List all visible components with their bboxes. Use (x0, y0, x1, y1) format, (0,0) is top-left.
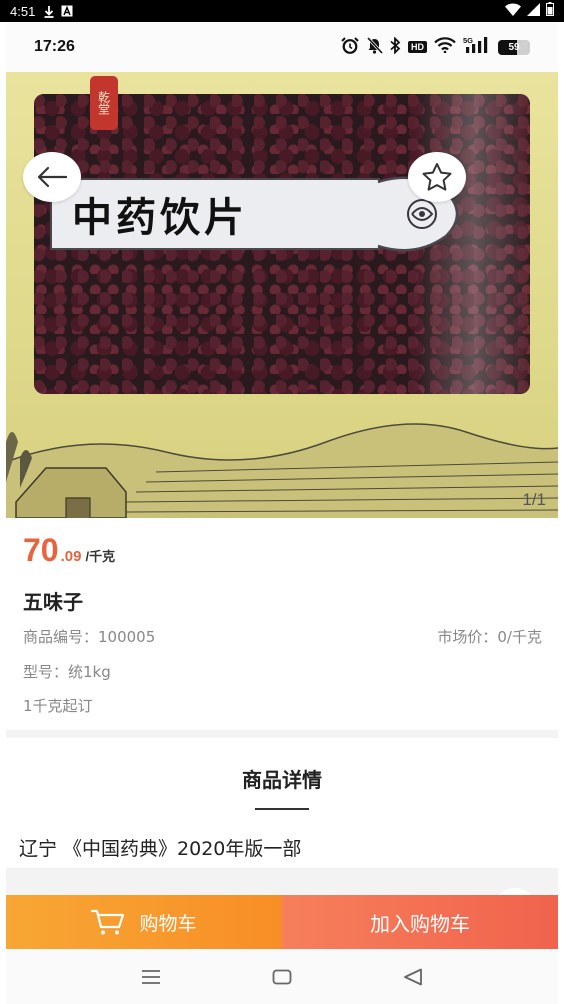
home-icon (272, 969, 292, 984)
back-arrow-icon (37, 166, 68, 188)
a-badge-icon (61, 5, 73, 17)
image-counter: 1/1 (522, 490, 546, 509)
product-code: 商品编号：100005 (23, 628, 156, 646)
app-frame: 17:26 HD 5G 59 乾堂 中药饮片 1/1 70 .09 /千克 五味… (6, 22, 558, 1004)
landscape-illustration (6, 423, 558, 518)
brand-seal: 乾堂 (90, 76, 118, 130)
price-unit: /千克 (85, 549, 116, 564)
price-decimal: .09 (60, 548, 82, 565)
cart-label: 购物车 (139, 912, 197, 935)
add-to-cart-label: 加入购物车 (370, 911, 470, 936)
market-price: 市场价：0/千克 (437, 628, 542, 646)
signal-5g-icon: 5G (463, 36, 491, 58)
alarm-icon (341, 36, 359, 58)
mute-bell-icon (366, 36, 384, 58)
home-button[interactable] (262, 957, 302, 997)
favorite-button[interactable] (408, 152, 466, 202)
battery-indicator: 59 (498, 39, 530, 55)
status-time: 17:26 (34, 38, 75, 55)
package-label: 中药饮片 (50, 178, 380, 250)
detail-title: 商品详情 (242, 768, 322, 792)
wifi-icon (434, 37, 456, 57)
menu-icon (142, 969, 161, 984)
title-underline (255, 808, 309, 810)
package-label-text: 中药饮片 (72, 194, 248, 241)
detail-text: 辽宁 《中国药典》2020年版一部 (19, 838, 302, 860)
signal-icon (527, 2, 540, 20)
price: 70 .09 /千克 (23, 532, 115, 569)
cart-icon (91, 909, 125, 935)
action-bar: 购物车 加入购物车 (6, 895, 558, 949)
back-button[interactable] (23, 152, 81, 202)
product-image[interactable]: 乾堂 中药饮片 1/1 (6, 72, 558, 518)
wifi-icon (505, 3, 521, 20)
status-bar: 17:26 HD 5G 59 (6, 22, 558, 72)
price-integer: 70 (23, 532, 59, 568)
add-to-cart-button[interactable]: 加入购物车 (282, 895, 558, 949)
back-triangle-icon (403, 968, 422, 985)
product-name: 五味子 (23, 590, 83, 614)
battery-level: 59 (508, 41, 520, 53)
battery-icon (546, 2, 554, 20)
menu-button[interactable] (131, 957, 171, 997)
bluetooth-icon (390, 35, 401, 58)
download-icon (43, 5, 55, 18)
star-icon (422, 163, 452, 191)
navigation-bar (6, 949, 558, 1004)
cart-button[interactable]: 购物车 (6, 895, 282, 949)
system-time: 4:51 (10, 3, 36, 19)
hd-badge: HD (408, 41, 427, 53)
minimum-order: 1千克起订 (23, 697, 93, 715)
product-model: 型号：统1kg (23, 663, 111, 681)
product-info: 70 .09 /千克 五味子 商品编号：100005 市场价：0/千克 型号：统… (6, 518, 558, 730)
product-detail-section: 商品详情 辽宁 《中国药典》2020年版一部 (6, 738, 558, 868)
system-status-bar: 4:51 (0, 0, 564, 22)
back-nav-button[interactable] (393, 957, 433, 997)
svg-text:5G: 5G (463, 36, 473, 45)
